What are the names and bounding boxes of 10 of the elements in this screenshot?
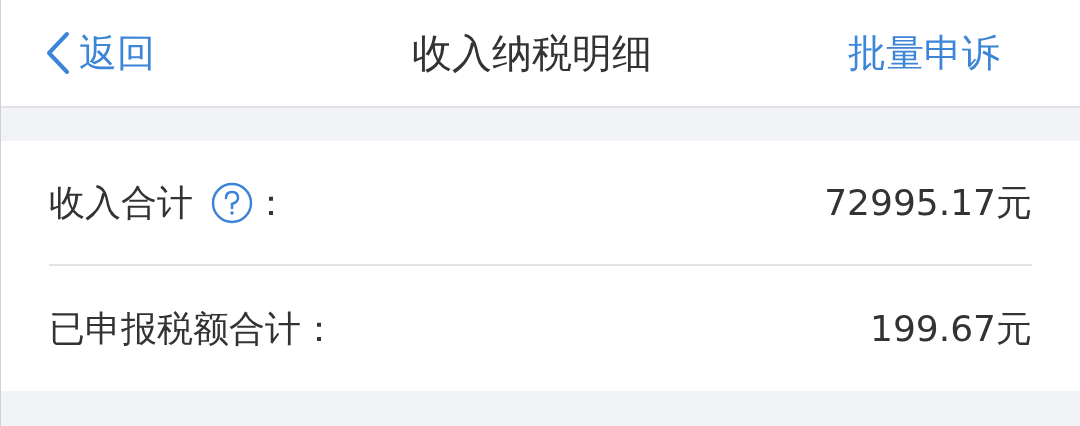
colon-text: ： [253, 180, 289, 225]
help-icon[interactable] [211, 181, 253, 224]
summary-value: 72995.17元 [824, 180, 1032, 225]
summary-value: 199.67元 [870, 306, 1032, 351]
batch-appeal-button[interactable]: 批量申诉 [848, 24, 1000, 82]
page-title: 收入纳税明细 [411, 29, 652, 78]
summary-label: 已申报税额合计： [49, 306, 337, 351]
back-button[interactable]: 返回 [45, 24, 155, 82]
chevron-left-icon [45, 31, 71, 75]
summary-label: 收入合计 [49, 180, 193, 225]
